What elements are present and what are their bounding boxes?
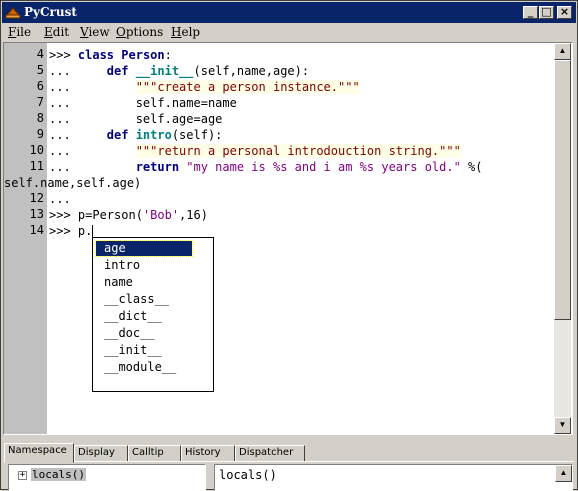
- detail-text: locals(): [219, 468, 277, 482]
- title-bar[interactable]: PyCrust _ □ ×: [2, 2, 576, 23]
- autocomplete-item[interactable]: __class__: [96, 292, 192, 307]
- line-number: 7: [36, 95, 44, 109]
- code-token: """create a person instance.""": [135, 80, 360, 94]
- code-token: """return a personal introdouction strin…: [135, 144, 461, 158]
- autocomplete-popup[interactable]: age intro name __class__ __dict__ __doc__ __in…: [92, 237, 214, 392]
- shell-editor[interactable]: 4 5 6 7 8 9 10 11 12 13 14 >>> class Person:... de…: [3, 42, 573, 435]
- line-number: 13: [29, 207, 44, 221]
- code-token: return: [135, 160, 187, 174]
- code-token: (self,name,age):: [193, 64, 310, 78]
- code-line: ... """return a personal introdouction s…: [49, 143, 461, 159]
- namespace-detail-pane[interactable]: locals() ▲: [214, 464, 573, 491]
- autocomplete-item[interactable]: __dict__: [96, 309, 192, 324]
- line-number: 4: [36, 47, 44, 61]
- code-line: ... def __init__(self,name,age):: [49, 63, 309, 79]
- code-token: ... self.name=name: [49, 96, 237, 110]
- code-token: ...: [49, 128, 107, 142]
- code-token: __init__: [135, 64, 194, 78]
- vertical-scrollbar[interactable]: ▲ ▼: [554, 43, 571, 434]
- autocomplete-item[interactable]: __init__: [96, 343, 192, 358]
- window-title: PyCrust: [24, 5, 77, 19]
- line-number: 10: [29, 143, 44, 157]
- menu-edit[interactable]: Edit: [44, 25, 69, 39]
- namespace-tree[interactable]: + locals(): [8, 464, 206, 491]
- code-line: >>> p=Person('Bob',16): [49, 207, 208, 223]
- code-token: ...: [49, 80, 136, 94]
- tab-namespace[interactable]: Namespace: [4, 443, 74, 463]
- autocomplete-item[interactable]: name: [96, 275, 192, 290]
- menu-view[interactable]: View: [80, 25, 110, 39]
- bottom-tabs: Namespace Display Calltip History Dispatcher: [4, 443, 574, 463]
- code-token: ...: [49, 160, 136, 174]
- code-token: def: [106, 64, 136, 78]
- code-token: def: [106, 128, 136, 142]
- code-token: ...: [49, 64, 107, 78]
- code-token: >>>: [49, 48, 78, 62]
- line-number: 12: [29, 191, 44, 205]
- autocomplete-item[interactable]: intro: [96, 258, 192, 273]
- code-token: >>> p.: [49, 224, 93, 238]
- expand-tree-icon[interactable]: +: [18, 471, 27, 480]
- line-number: 8: [36, 111, 44, 125]
- maximize-button[interactable]: □: [539, 6, 554, 19]
- scroll-thumb[interactable]: [554, 60, 571, 320]
- code-token: (self):: [171, 128, 223, 142]
- line-number: 5: [36, 63, 44, 77]
- code-line: ... return "my name is %s and i am %s ye…: [49, 159, 483, 175]
- autocomplete-item[interactable]: __doc__: [96, 326, 192, 341]
- line-number: 6: [36, 79, 44, 93]
- code-token: 'Bob': [142, 208, 180, 222]
- code-line: ... self.name=name: [49, 95, 237, 111]
- line-number: 11: [29, 159, 44, 173]
- menu-help[interactable]: Help: [171, 25, 200, 39]
- code-line: ... """create a person instance.""": [49, 79, 360, 95]
- code-line: ... self.age=age: [49, 111, 222, 127]
- detail-scroll-up-icon[interactable]: ▲: [555, 465, 572, 482]
- code-token: class: [77, 48, 122, 62]
- line-number: 9: [36, 127, 44, 141]
- code-token: ...: [49, 192, 71, 206]
- scroll-down-arrow-icon[interactable]: ▼: [554, 417, 571, 434]
- code-line: ... def intro(self):: [49, 127, 222, 143]
- code-line: self.name,self.age): [4, 175, 141, 191]
- tab-dispatcher[interactable]: Dispatcher: [235, 445, 305, 462]
- close-button[interactable]: ×: [557, 6, 572, 19]
- tab-calltip[interactable]: Calltip: [128, 445, 181, 462]
- line-number-gutter: 4 5 6 7 8 9 10 11 12 13 14: [4, 43, 47, 434]
- tab-divider: [4, 461, 574, 462]
- tab-history[interactable]: History: [181, 445, 235, 462]
- code-token: ,16): [179, 208, 208, 222]
- app-icon: [5, 7, 21, 19]
- code-line: >>> p.: [49, 223, 94, 239]
- code-token: ...: [49, 144, 136, 158]
- code-line: ...: [49, 191, 71, 207]
- code-token: >>> p=Person(: [49, 208, 143, 222]
- pycrust-window: PyCrust _ □ × File Edit View Options Hel…: [0, 0, 578, 491]
- code-token: %(: [460, 160, 483, 174]
- minimize-button[interactable]: _: [523, 6, 538, 19]
- autocomplete-item[interactable]: age: [95, 240, 193, 257]
- tab-display[interactable]: Display: [74, 445, 128, 462]
- menu-file[interactable]: File: [8, 25, 31, 39]
- scroll-up-arrow-icon[interactable]: ▲: [554, 43, 571, 60]
- code-line: >>> class Person:: [49, 47, 172, 63]
- menu-options[interactable]: Options: [116, 25, 163, 39]
- code-token: ... self.age=age: [49, 112, 223, 126]
- code-token: self.name,self.age): [4, 176, 142, 190]
- code-token: :: [164, 48, 172, 62]
- tree-item-locals[interactable]: locals(): [31, 468, 86, 481]
- code-token: Person: [121, 48, 165, 62]
- code-token: "my name is %s and i am %s years old.": [186, 160, 461, 174]
- code-token: intro: [135, 128, 172, 142]
- line-number: 14: [29, 223, 44, 237]
- menu-bar: File Edit View Options Help: [2, 23, 576, 42]
- autocomplete-item[interactable]: __module__: [96, 360, 192, 375]
